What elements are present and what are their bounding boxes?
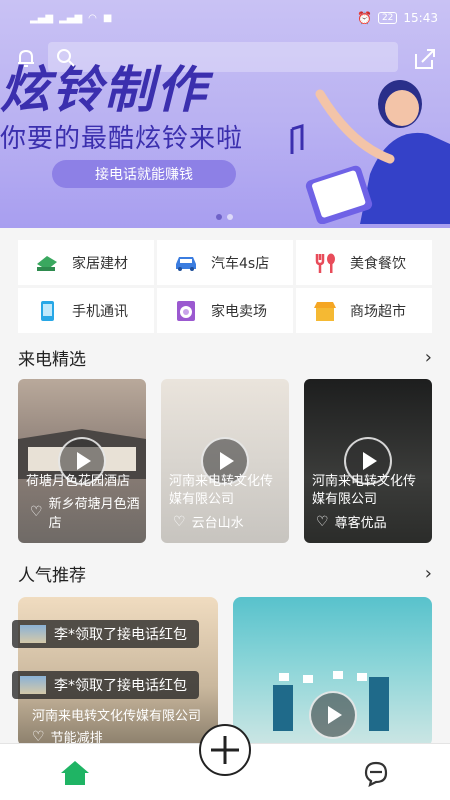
heart-icon[interactable]: ♡ — [30, 504, 43, 520]
status-icons-left: ▂▄▆ ▂▄▆ ◠ ■ — [30, 13, 112, 24]
reward-toast: 李*领取了接电话红包 — [12, 620, 199, 648]
video-card[interactable]: 河南来电转文化传媒有限公司 ♡ 云台山水 — [161, 379, 289, 543]
card-title: 河南来电转文化传媒有限公司 — [312, 474, 417, 507]
home-icon[interactable] — [60, 760, 90, 786]
toast-text: 李*领取了接电话红包 — [54, 627, 187, 643]
page-dot — [227, 214, 233, 220]
heart-icon[interactable]: ♡ — [173, 514, 186, 530]
signal-icon: ▂▄▆ — [59, 12, 83, 24]
category-food[interactable]: 美食餐饮 — [296, 240, 432, 285]
heart-icon[interactable]: ♡ — [316, 514, 329, 530]
featured-cards: 荷塘月色花园酒店 ♡ 新乡荷塘月色酒店 河南来电转文化传媒有限公司 ♡ 云台山水… — [18, 379, 432, 543]
bottom-navigation — [0, 724, 450, 800]
card-footer-label: 新乡荷塘月色酒店 — [48, 497, 140, 531]
search-icon[interactable] — [56, 48, 76, 68]
chevron-right-icon[interactable]: › — [425, 563, 432, 584]
home-materials-icon — [34, 252, 60, 274]
avatar — [20, 676, 46, 694]
card-footer: ♡ 尊客优品 — [316, 512, 387, 532]
video-card[interactable]: 河南来电转文化传媒有限公司 ♡ 尊客优品 — [304, 379, 432, 543]
battery-icon: 22 — [377, 12, 398, 24]
popular-section-header[interactable]: 人气推荐 › — [18, 561, 432, 586]
alarm-icon: ⏰ — [357, 11, 372, 25]
shop-icon — [312, 300, 338, 322]
category-home-materials[interactable]: 家居建材 — [18, 240, 154, 285]
avatar — [20, 625, 46, 643]
phone-icon — [34, 300, 60, 322]
plus-icon — [211, 736, 239, 764]
card-footer: ♡ 云台山水 — [173, 512, 244, 532]
food-icon — [312, 252, 338, 274]
card-title: 河南来电转文化传媒有限公司 — [169, 474, 274, 507]
category-label: 家居建材 — [72, 255, 128, 272]
category-grid: 家居建材 汽车4s店 美食餐饮 手机通讯 家电卖场 商场超市 — [18, 240, 432, 333]
status-icons-right: ⏰ 22 15:43 — [357, 11, 438, 25]
category-label: 家电卖场 — [211, 303, 267, 320]
bell-icon[interactable] — [14, 46, 38, 70]
category-label: 美食餐饮 — [350, 255, 406, 272]
card-title: 河南来电转文化传媒有限公司 — [32, 709, 202, 724]
profile-icon[interactable] — [362, 760, 390, 788]
category-mobile[interactable]: 手机通讯 — [18, 288, 154, 333]
status-bar: ▂▄▆ ▂▄▆ ◠ ■ ⏰ 22 15:43 — [0, 0, 450, 36]
share-icon[interactable] — [412, 46, 438, 72]
category-label: 手机通讯 — [72, 303, 128, 320]
wifi-icon: ◠ — [88, 12, 97, 24]
category-appliances[interactable]: 家电卖场 — [157, 288, 293, 333]
video-card[interactable]: 荷塘月色花园酒店 ♡ 新乡荷塘月色酒店 — [18, 379, 146, 543]
add-button[interactable] — [199, 724, 251, 776]
category-car-4s[interactable]: 汽车4s店 — [157, 240, 293, 285]
category-label: 汽车4s店 — [211, 255, 270, 272]
chevron-right-icon[interactable]: › — [425, 347, 432, 368]
banner-subtitle: 你要的最酷炫铃来啦 — [0, 124, 244, 154]
banner-page-indicator — [216, 214, 233, 220]
card-footer-label: 云台山水 — [191, 516, 244, 531]
reward-toast: 李*领取了接电话红包 — [12, 671, 199, 699]
section-title: 人气推荐 — [18, 565, 86, 586]
play-button[interactable] — [309, 691, 357, 739]
person-phone-illustration — [290, 80, 450, 224]
car-icon — [173, 252, 199, 274]
video-card[interactable] — [233, 597, 432, 747]
category-mall[interactable]: 商场超市 — [296, 288, 432, 333]
clock: 15:43 — [403, 11, 438, 25]
banner-cta-button[interactable]: 接电话就能赚钱 — [52, 160, 236, 188]
signal-icon: ▂▄▆ — [30, 12, 54, 24]
card-footer: ♡ 新乡荷塘月色酒店 — [30, 493, 146, 531]
category-label: 商场超市 — [350, 303, 406, 320]
featured-section-header[interactable]: 来电精选 › — [18, 345, 432, 370]
card-footer-label: 尊客优品 — [334, 516, 387, 531]
page-dot — [216, 214, 222, 220]
notification-icon: ■ — [102, 12, 113, 24]
toast-text: 李*领取了接电话红包 — [54, 678, 187, 694]
section-title: 来电精选 — [18, 349, 86, 370]
washer-icon — [173, 300, 199, 322]
